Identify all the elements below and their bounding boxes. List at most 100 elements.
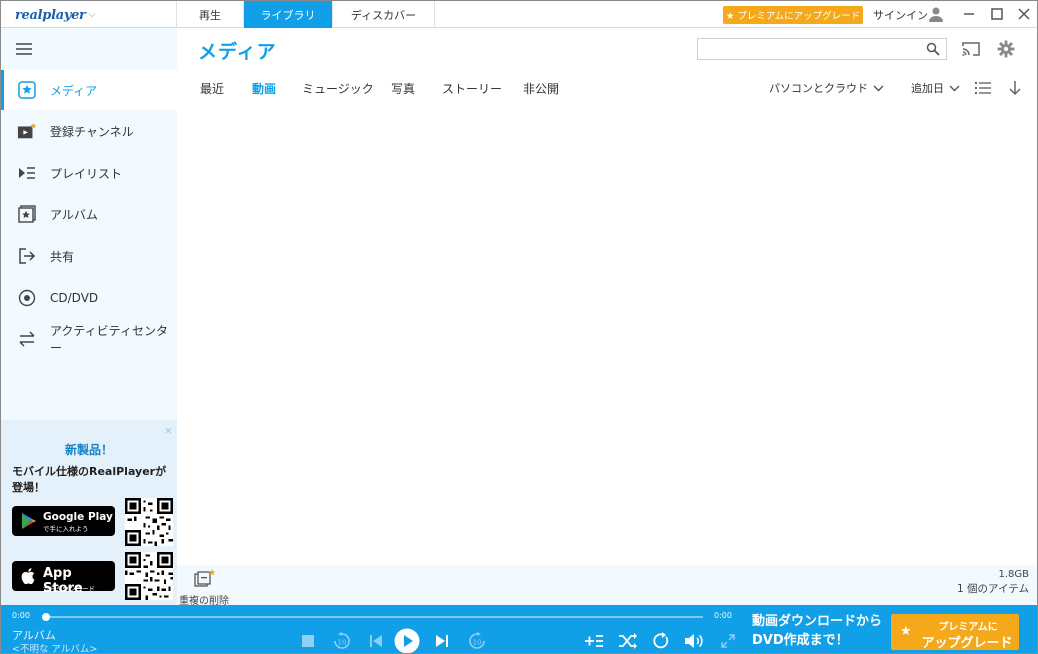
subtab-private[interactable]: 非公開: [523, 80, 559, 97]
upgrade-premium-button[interactable]: ★ プレミアムにアップグレード: [723, 6, 863, 24]
chevron-down-icon: [949, 85, 960, 92]
tab-discover[interactable]: ディスカバー: [332, 1, 435, 28]
star-icon: ★: [900, 624, 912, 639]
signin-link[interactable]: サインイン: [873, 7, 928, 23]
sidebar: メディア 登録チャンネル プレイリスト アルバム 共有 CD/DVD アクティビ…: [1, 28, 177, 605]
sidebar-item-label: メディア: [50, 83, 98, 98]
sidebar-item-label: 共有: [50, 249, 75, 264]
sidebar-item-playlist[interactable]: プレイリスト: [1, 153, 177, 193]
sort-dropdown[interactable]: 追加日: [911, 80, 960, 96]
elapsed-time: 0:00: [12, 611, 30, 620]
repeat-button[interactable]: [651, 630, 671, 652]
sidebar-item-album[interactable]: アルバム: [1, 194, 177, 234]
new-product-promo: × 新製品！ モバイル仕様のRealPlayerが登場！ Google Play…: [1, 420, 177, 605]
sort-descending-icon[interactable]: [1008, 80, 1022, 96]
app-store-sub: からダウンロード: [43, 585, 95, 593]
qr-code-apple: [125, 552, 173, 600]
tab-play[interactable]: 再生: [176, 1, 243, 28]
sidebar-item-label: CD/DVD: [50, 291, 99, 305]
now-playing-album-sub: <不明な アルバム>: [12, 644, 98, 654]
play-button[interactable]: [393, 628, 421, 653]
total-time: 0:00: [714, 611, 732, 620]
item-count: 1 個のアイテム: [957, 583, 1029, 595]
google-play-icon: [22, 513, 36, 529]
volume-button[interactable]: [683, 630, 705, 652]
remove-duplicates-icon[interactable]: [194, 569, 216, 587]
activity-icon: [17, 330, 37, 348]
subtab-recent[interactable]: 最近: [200, 80, 224, 97]
add-to-playlist-icon: [585, 635, 603, 647]
minimize-button[interactable]: [959, 5, 979, 23]
sidebar-item-media[interactable]: メディア: [1, 70, 177, 110]
page-title: メディア: [198, 41, 277, 63]
sort-dropdown-label: 追加日: [911, 82, 944, 95]
upgrade-premium-bottom-button[interactable]: ★ プレミアムに アップグレード: [891, 614, 1019, 651]
stop-icon: [302, 635, 314, 647]
search-icon[interactable]: [926, 42, 940, 56]
dvd-promo-line2: DVD作成まで！: [752, 633, 849, 648]
subtab-story[interactable]: ストーリー: [442, 80, 502, 97]
gear-icon[interactable]: [997, 40, 1015, 58]
hamburger-menu-icon[interactable]: [15, 42, 33, 56]
repeat-icon: [653, 632, 669, 649]
stop-button[interactable]: [299, 630, 317, 652]
realplayer-logo[interactable]: realplayer ⌵: [15, 6, 95, 24]
chevron-down-icon: [873, 85, 884, 92]
subtab-video[interactable]: 動画: [252, 80, 276, 97]
player-bar: 0:00 0:00 アルバム <不明な アルバム> 10 10 動画ダウンロード…: [1, 605, 1037, 654]
main-content: メディア 最近 動画 ミュージック 写真 ストーリー 非公開 パソコンとクラウド…: [177, 28, 1037, 607]
sidebar-item-share[interactable]: 共有: [1, 236, 177, 276]
svg-text:10: 10: [338, 639, 347, 647]
premium-line1: プレミアムに: [938, 622, 998, 633]
rewind-10-button[interactable]: 10: [332, 630, 352, 652]
add-to-playlist-button[interactable]: [583, 630, 605, 652]
seek-bar[interactable]: [45, 616, 703, 618]
logo-text: realplayer: [15, 7, 86, 23]
cast-icon[interactable]: [961, 40, 981, 58]
search-input[interactable]: [697, 38, 947, 60]
promo-close-button[interactable]: ×: [164, 424, 173, 437]
google-play-sub: で手に入れよう: [43, 525, 89, 533]
next-button[interactable]: [433, 630, 451, 652]
user-icon[interactable]: [928, 6, 944, 22]
close-button[interactable]: [1014, 5, 1034, 23]
app-store-button[interactable]: App Store からダウンロード: [12, 561, 115, 596]
share-icon: [17, 247, 37, 265]
forward-10-icon: 10: [469, 632, 485, 649]
qr-code-google: [125, 498, 173, 546]
channel-icon: [17, 122, 37, 140]
library-size: 1.8GB: [998, 569, 1029, 580]
google-play-button[interactable]: Google Play で手に入れよう: [12, 506, 115, 536]
subtab-music[interactable]: ミュージック: [302, 80, 374, 97]
list-view-icon[interactable]: [975, 81, 991, 95]
forward-10-button[interactable]: 10: [467, 630, 487, 652]
title-bar: realplayer ⌵ 再生 ライブラリ ディスカバー ★ プレミアムにアップ…: [1, 1, 1037, 28]
star-icon: [17, 81, 37, 99]
sidebar-item-cd-dvd[interactable]: CD/DVD: [1, 278, 177, 318]
top-tabs: 再生 ライブラリ ディスカバー: [176, 1, 435, 28]
svg-text:10: 10: [473, 639, 482, 647]
source-dropdown-label: パソコンとクラウド: [769, 82, 868, 95]
previous-button[interactable]: [367, 630, 385, 652]
playlist-icon: [17, 164, 37, 182]
shuffle-button[interactable]: [617, 630, 639, 652]
album-icon: [17, 205, 37, 223]
disc-icon: [17, 289, 37, 307]
fullscreen-button[interactable]: [719, 630, 737, 652]
sidebar-item-activity-center[interactable]: アクティビティセンター: [1, 319, 177, 359]
maximize-button[interactable]: [987, 5, 1007, 23]
promo-title: 新製品！: [64, 443, 113, 457]
chevron-down-icon: ⌵: [88, 10, 96, 20]
dvd-promo-line1: 動画ダウンロードから: [752, 614, 883, 629]
rewind-10-icon: 10: [334, 632, 350, 649]
subtab-photo[interactable]: 写真: [391, 80, 415, 97]
seek-handle[interactable]: [42, 613, 50, 621]
sidebar-item-subscribed-channels[interactable]: 登録チャンネル: [1, 111, 177, 151]
tab-library[interactable]: ライブラリ: [243, 1, 332, 28]
apple-icon: [21, 568, 35, 585]
expand-icon: [721, 634, 735, 648]
skip-back-icon: [370, 635, 382, 647]
source-dropdown[interactable]: パソコンとクラウド: [769, 80, 884, 96]
play-icon: [394, 628, 420, 653]
volume-icon: [685, 634, 703, 648]
